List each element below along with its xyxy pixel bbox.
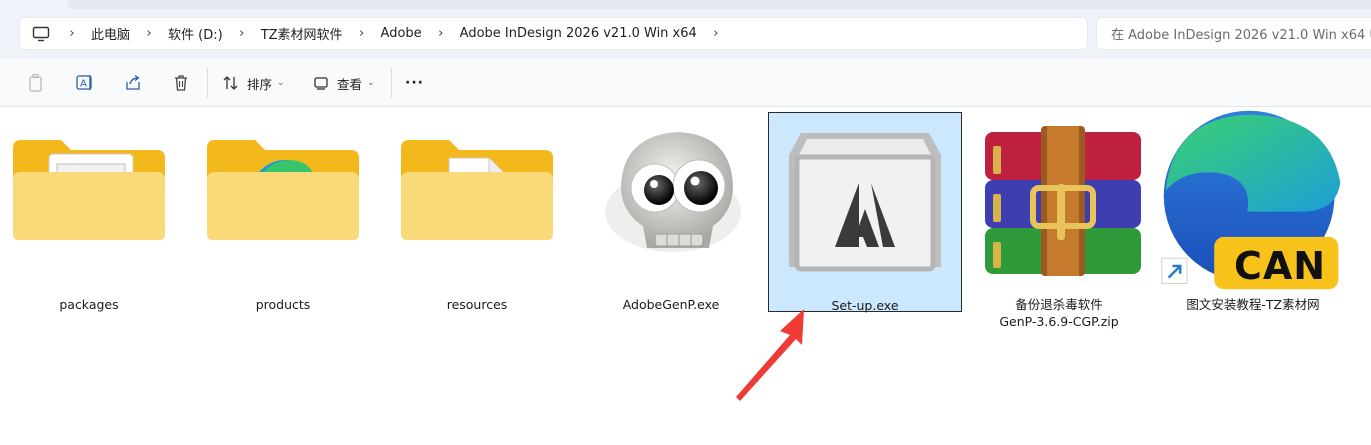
breadcrumb-indesign-folder[interactable]: Adobe InDesign 2026 v21.0 Win x64: [460, 26, 697, 41]
file-item-setup-exe[interactable]: Set-up.exe: [768, 112, 962, 313]
file-view: packages products resources AdobeGenP.ex…: [0, 107, 1371, 445]
view-icon: [314, 77, 328, 90]
address-bar[interactable]: › 此电脑 › 软件 (D:) › TZ素材网软件 › Adobe › Adob…: [20, 18, 1087, 49]
file-name: resources: [446, 297, 508, 312]
skull-app-icon: [574, 116, 768, 286]
search-input[interactable]: 在 Adobe InDesign 2026 v21.0 Win x64 中搜索: [1097, 18, 1371, 49]
file-name: 备份退杀毒软件 GenP-3.6.9-CGP.zip: [999, 297, 1119, 329]
file-item-genp-zip[interactable]: 备份退杀毒软件 GenP-3.6.9-CGP.zip: [962, 112, 1156, 329]
tab-strip: [68, 0, 1371, 9]
svg-text:A: A: [80, 79, 87, 90]
chevron-right-icon[interactable]: ›: [142, 26, 156, 41]
breadcrumb-this-pc[interactable]: 此电脑: [91, 24, 130, 43]
sort-button[interactable]: 排序 ⌄: [222, 72, 285, 94]
file-item-products[interactable]: products: [186, 112, 380, 312]
share-button[interactable]: [123, 72, 143, 94]
chevron-right-icon[interactable]: ›: [355, 26, 369, 41]
chevron-right-icon[interactable]: ›: [235, 26, 249, 41]
sort-label: 排序: [247, 76, 273, 92]
breadcrumb-drive-d[interactable]: 软件 (D:): [168, 24, 223, 43]
file-item-adobegenp[interactable]: AdobeGenP.exe: [574, 112, 768, 312]
view-button[interactable]: 查看 ⌄: [313, 72, 375, 94]
chevron-right-icon[interactable]: ›: [65, 26, 79, 41]
delete-button[interactable]: [172, 72, 190, 94]
toolbar-separator: [391, 68, 392, 98]
copy-icon: [29, 73, 42, 92]
computer-icon[interactable]: [31, 25, 51, 43]
folder-icon: [186, 116, 380, 286]
file-name: packages: [59, 297, 119, 312]
search-placeholder: 在 Adobe InDesign 2026 v21.0 Win x64 中搜索: [1111, 28, 1371, 43]
toolbar-separator: [207, 68, 208, 98]
view-label: 查看: [337, 76, 363, 92]
winrar-archive-icon: [962, 116, 1156, 286]
rename-icon: A: [76, 75, 92, 90]
file-item-packages[interactable]: packages: [0, 112, 186, 312]
title-strip: [0, 0, 1371, 12]
chevron-right-icon[interactable]: ›: [434, 26, 448, 41]
file-item-resources[interactable]: resources: [380, 112, 574, 312]
address-row: › 此电脑 › 软件 (D:) › TZ素材网软件 › Adobe › Adob…: [0, 12, 1371, 58]
trash-icon: [175, 75, 187, 91]
rename-button[interactable]: A: [75, 72, 95, 94]
file-item-install-tutorial[interactable]: CAN 图文安装教程-TZ素材网: [1156, 110, 1350, 312]
breadcrumb-tz-software[interactable]: TZ素材网软件: [261, 24, 343, 43]
adobe-installer-icon: [769, 117, 961, 287]
folder-icon: [380, 116, 574, 286]
more-options-button[interactable]: ···: [405, 72, 424, 94]
can-badge-text: CAN: [1233, 244, 1327, 288]
chevron-down-icon: ⌄: [367, 78, 375, 88]
file-name: products: [255, 297, 311, 312]
chevron-right-icon[interactable]: ›: [709, 26, 723, 41]
red-arrow-annotation: [736, 309, 804, 401]
breadcrumb-adobe[interactable]: Adobe: [381, 26, 422, 41]
command-bar: A 排序 ⌄ 查看 ⌄ ···: [0, 58, 1371, 107]
copy-button[interactable]: [27, 72, 45, 94]
folder-icon: [0, 116, 186, 286]
file-name: 图文安装教程-TZ素材网: [1186, 297, 1320, 312]
share-icon: [126, 74, 140, 90]
sort-icon: [223, 76, 238, 90]
chevron-down-icon: ⌄: [277, 78, 285, 88]
